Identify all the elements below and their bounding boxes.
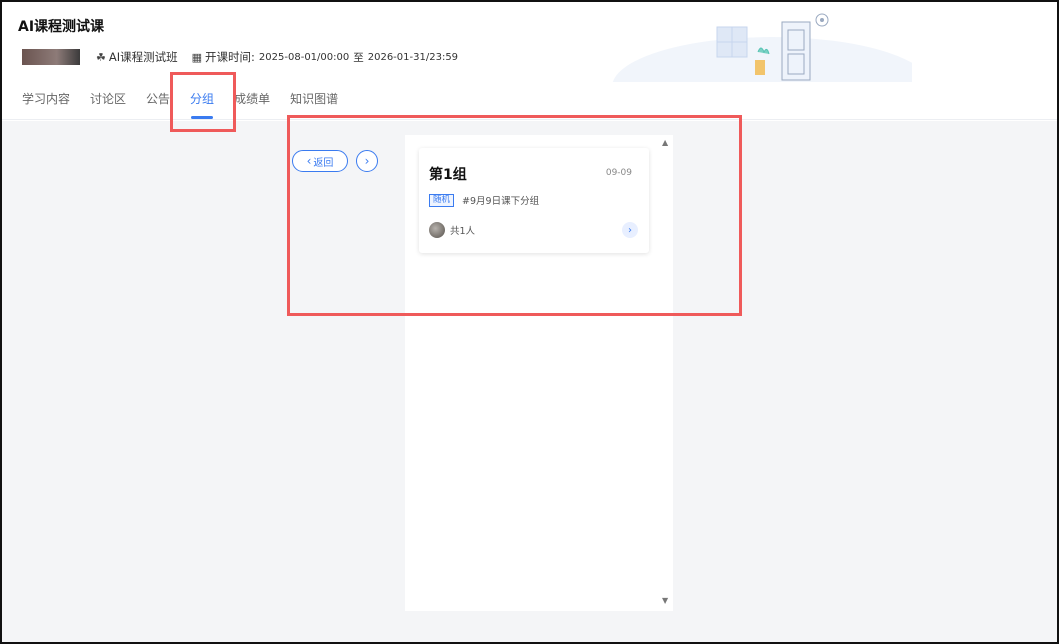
member-avatar [429,222,445,238]
scroll-up-icon[interactable]: ▲ [662,138,668,147]
time-label: 开课时间: [205,50,255,64]
tab-announcement[interactable]: 公告 [146,90,170,120]
tab-discussion[interactable]: 讨论区 [90,90,126,120]
teacher-avatar-redacted [22,49,80,65]
tab-learning-content[interactable]: 学习内容 [22,90,70,120]
chevron-right-icon: › [628,224,632,236]
next-button[interactable]: › [356,150,378,172]
member-count: 共1人 [450,226,476,237]
group-card[interactable]: 第1组 09-09 随机 #9月9日课下分组 共1人 › [419,148,649,253]
group-name: 第1组 [429,167,467,183]
header-illustration [612,13,912,82]
group-type-badge: 随机 [429,193,455,207]
group-description: #9月9日课下分组 [462,196,540,207]
group-members: 共1人 [429,222,475,238]
panel-nav: ‹ 返回 › [292,150,378,172]
course-tabs: 学习内容 讨论区 公告 分组 成绩单 知识图谱 [22,90,358,120]
scroll-down-icon[interactable]: ▼ [662,596,668,605]
class-name: AI课程测试班 [108,50,178,64]
graduation-cap-icon: ☘ [96,50,106,64]
tab-knowledge-graph[interactable]: 知识图谱 [290,90,338,120]
group-date: 09-09 [605,168,632,178]
back-button[interactable]: ‹ 返回 [292,150,348,172]
course-title: AI课程测试课 [18,19,105,35]
calendar-icon: ▦ [191,50,203,64]
group-tag-row: 随机 #9月9日课下分组 [429,193,539,207]
app-frame: AI课程测试课 ☘ AI课程测试班 ▦ 开课时间: 2025-08-01/00:… [0,0,1059,644]
time-end: 2026-01-31/23:59 [367,51,459,63]
tab-gradebook[interactable]: 成绩单 [234,90,270,120]
time-start: 2025-08-01/00:00 [258,51,350,63]
chevron-left-icon: ‹ [306,154,312,168]
group-enter-button[interactable]: › [622,222,638,238]
course-header: AI课程测试课 ☘ AI课程测试班 ▦ 开课时间: 2025-08-01/00:… [2,2,1057,120]
back-button-label: 返回 [313,157,334,169]
course-info-row: ☘ AI课程测试班 ▦ 开课时间: 2025-08-01/00:00 至 202… [22,48,458,66]
tab-groups[interactable]: 分组 [190,90,214,120]
chevron-right-icon: › [364,154,370,168]
time-separator: 至 [353,51,364,64]
